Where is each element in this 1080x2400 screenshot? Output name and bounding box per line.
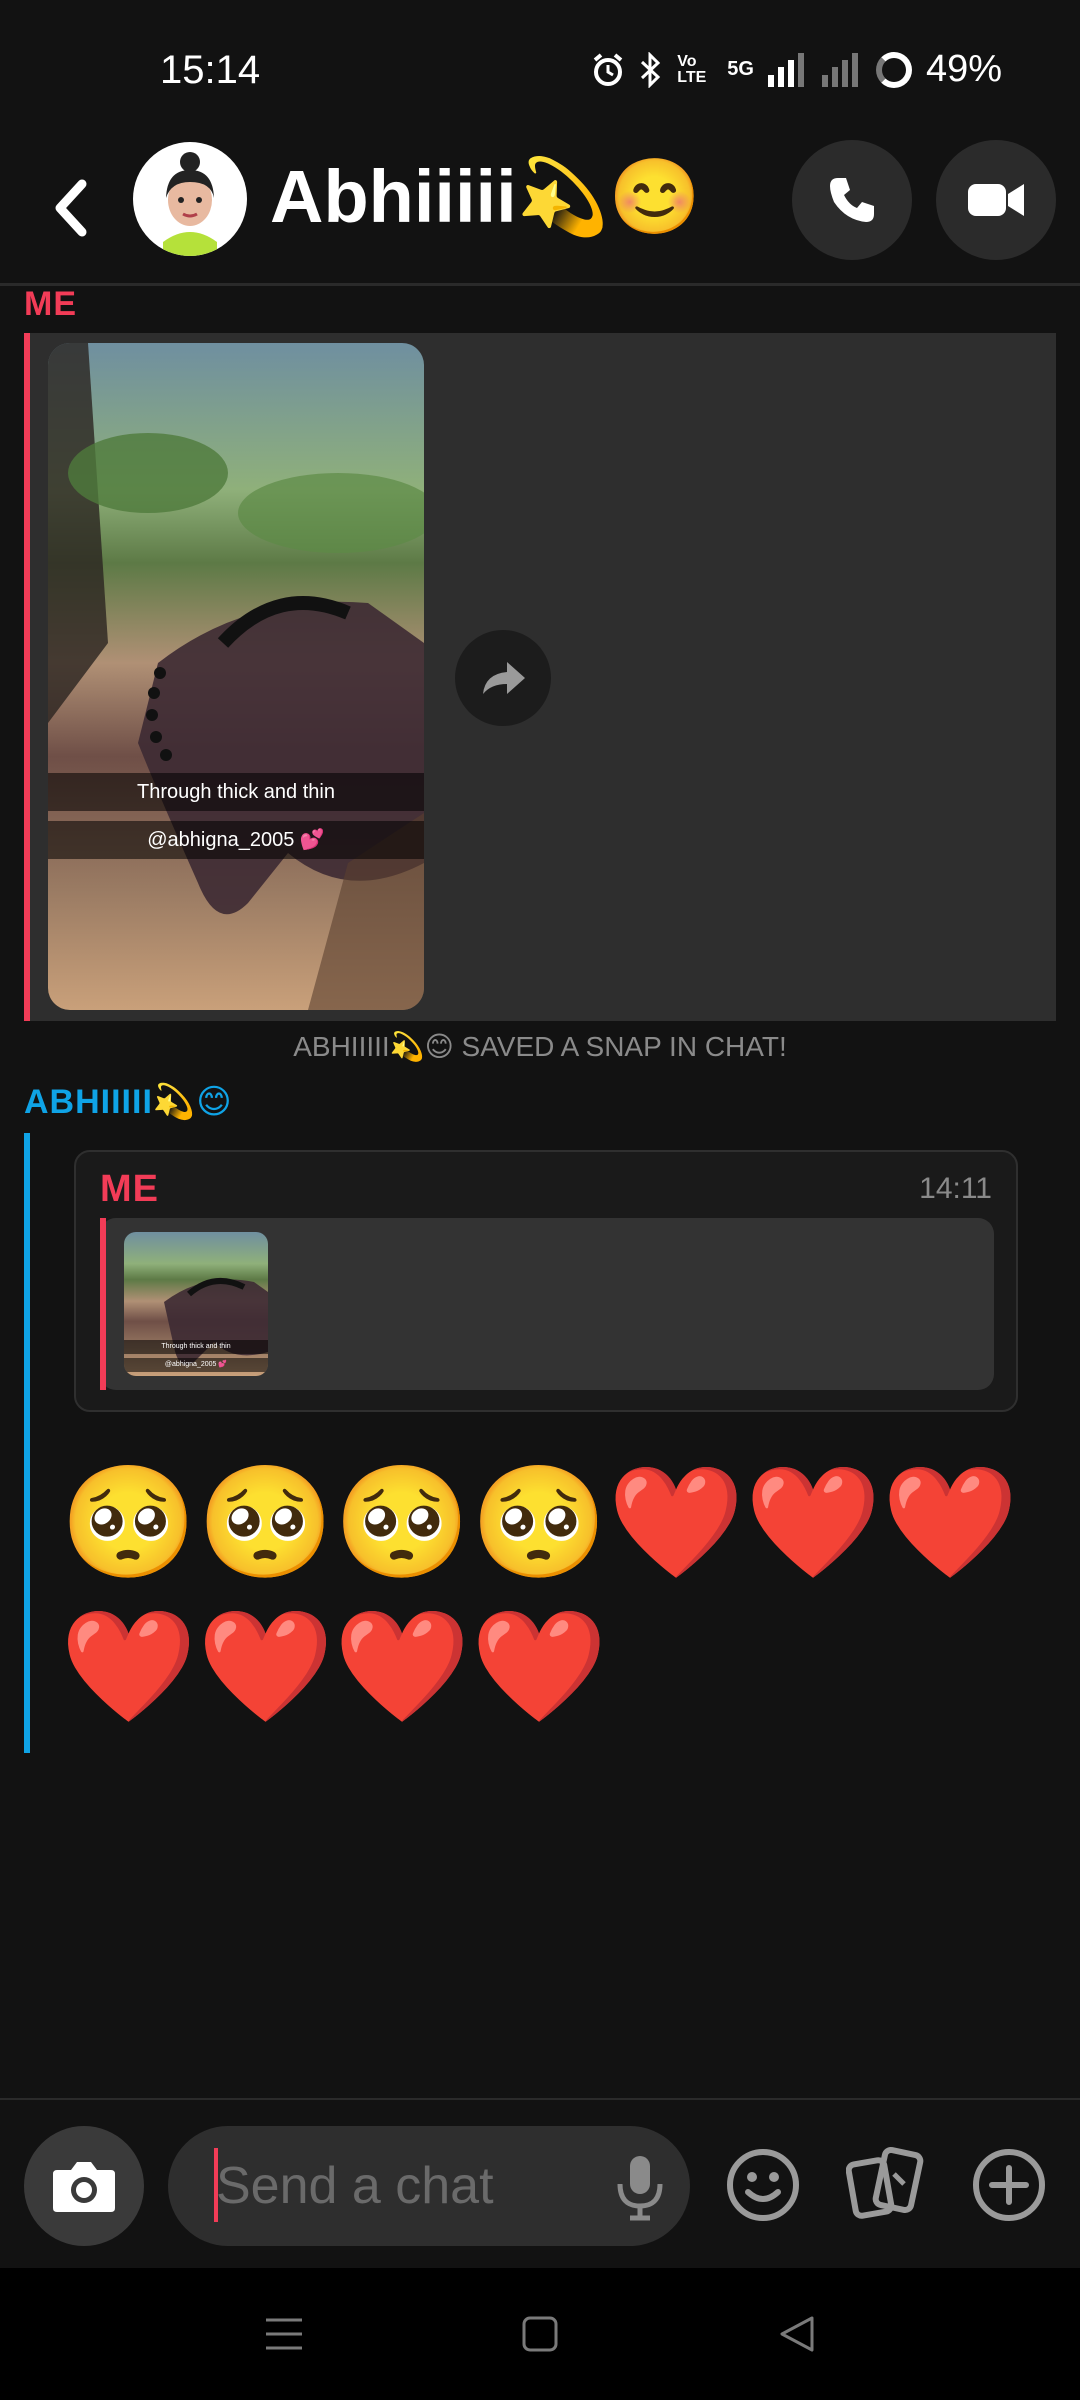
phone-icon bbox=[830, 178, 874, 222]
microphone-button[interactable] bbox=[612, 2152, 668, 2224]
quoted-snap-thumbnail[interactable]: Through thick and thin @abhigna_2005 💕 bbox=[124, 1232, 268, 1376]
volte-label: Vo LTE bbox=[677, 52, 707, 86]
snap-caption: Through thick and thin bbox=[48, 773, 424, 811]
camera-button[interactable] bbox=[24, 2126, 144, 2246]
status-bar: 15:14 Vo LTE 5G 49% bbox=[0, 0, 1080, 130]
quoted-snap-preview: Through thick and thin @abhigna_2005 💕 bbox=[100, 1218, 994, 1390]
snap-caption-mention: @abhigna_2005 💕 bbox=[48, 821, 424, 859]
camera-icon bbox=[53, 2162, 115, 2212]
contact-name[interactable]: Abhiiiii💫😊 bbox=[270, 154, 701, 241]
more-options-button[interactable] bbox=[970, 2146, 1048, 2224]
signal-icon bbox=[767, 52, 804, 87]
header-divider bbox=[0, 283, 1080, 286]
share-button[interactable] bbox=[455, 630, 551, 726]
contact-avatar[interactable] bbox=[133, 142, 247, 256]
snap-thumbnail[interactable]: Through thick and thin @abhigna_2005 💕 bbox=[48, 343, 424, 1010]
friend-message-bar bbox=[24, 1133, 30, 1753]
status-icons: Vo LTE 5G 49% bbox=[591, 48, 1002, 91]
sender-label-friend: ABHIIIII💫😊 bbox=[24, 1083, 233, 1121]
quoted-timestamp: 14:11 bbox=[919, 1172, 992, 1205]
back-triangle-icon[interactable] bbox=[778, 2314, 818, 2354]
saved-snap-note: ABHIIIII💫😊 SAVED A SNAP IN CHAT! bbox=[293, 1031, 787, 1062]
snap-photo bbox=[48, 343, 424, 1010]
microphone-icon bbox=[617, 2156, 663, 2221]
quoted-reply-card[interactable]: ME 14:11 Through thick and thin @abhigna… bbox=[74, 1150, 1018, 1412]
emoji-message-line-2: ❤️❤️❤️❤️ bbox=[60, 1605, 608, 1728]
bluetooth-icon bbox=[641, 51, 661, 88]
alarm-icon bbox=[593, 52, 623, 86]
system-navigation-bar bbox=[0, 2268, 1080, 2400]
home-icon[interactable] bbox=[520, 2314, 560, 2354]
share-arrow-icon bbox=[483, 662, 525, 694]
signal-2-icon bbox=[821, 52, 858, 87]
sender-label-me: ME bbox=[24, 285, 77, 323]
stickers-button[interactable] bbox=[845, 2144, 926, 2224]
back-chevron-icon bbox=[55, 179, 87, 237]
emoji-button[interactable] bbox=[724, 2146, 802, 2224]
plus-circle-icon bbox=[973, 2149, 1045, 2221]
quoted-caption-mention: @abhigna_2005 💕 bbox=[124, 1358, 268, 1372]
quoted-caption: Through thick and thin bbox=[124, 1340, 268, 1354]
chat-composer bbox=[0, 2098, 1080, 2268]
quoted-sender-me: ME bbox=[100, 1168, 159, 1210]
bitmoji-avatar-icon bbox=[135, 144, 245, 256]
battery-percent: 49% bbox=[925, 48, 1002, 90]
network-type: 5G bbox=[727, 58, 754, 80]
voice-call-button[interactable] bbox=[792, 140, 912, 260]
quoted-snap-photo bbox=[164, 1277, 268, 1365]
video-call-button[interactable] bbox=[936, 140, 1056, 260]
recent-apps-icon[interactable] bbox=[264, 2314, 304, 2354]
emoji-message-line-1: 🥺🥺🥺🥺❤️❤️❤️ bbox=[60, 1461, 1019, 1584]
me-message-bar bbox=[24, 333, 30, 1021]
chat-header: Abhiiiii💫😊 bbox=[0, 130, 1080, 285]
back-button[interactable] bbox=[46, 168, 96, 248]
quoted-bar bbox=[100, 1218, 106, 1390]
status-time: 15:14 bbox=[160, 48, 261, 92]
cards-icon bbox=[845, 2146, 924, 2219]
text-cursor bbox=[214, 2148, 218, 2222]
video-camera-icon bbox=[968, 184, 1024, 216]
smiley-icon bbox=[727, 2149, 799, 2221]
battery-icon bbox=[875, 51, 912, 88]
